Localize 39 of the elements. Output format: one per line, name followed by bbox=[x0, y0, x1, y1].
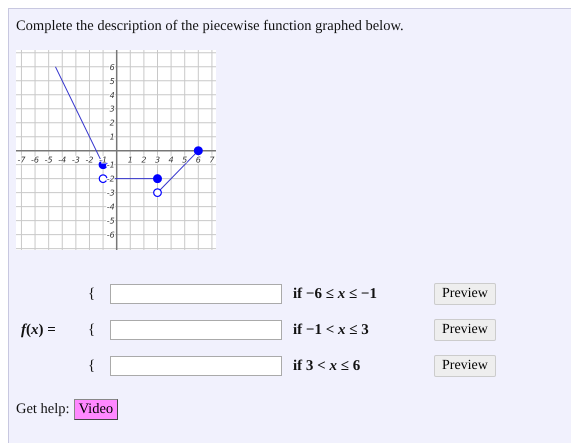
x-tick-label: 1 bbox=[128, 156, 133, 165]
brace-symbol: { bbox=[88, 322, 96, 338]
y-tick-label: -3 bbox=[106, 188, 115, 198]
x-tick-label: -7 bbox=[17, 156, 26, 165]
preview-button[interactable]: Preview bbox=[434, 355, 496, 377]
condition-text: if −1 < x ≤ 3 bbox=[292, 322, 370, 338]
brace-symbol: { bbox=[88, 358, 96, 374]
help-label: Get help: bbox=[16, 401, 70, 418]
x-tick-label: -5 bbox=[44, 156, 53, 165]
y-tick-label: 1 bbox=[110, 132, 115, 142]
y-tick-label: 3 bbox=[110, 104, 115, 114]
function-label: f(x) = bbox=[20, 322, 57, 338]
y-tick-label: 5 bbox=[110, 76, 115, 86]
answer-input[interactable] bbox=[110, 356, 282, 376]
condition-text: if −6 ≤ x ≤ −1 bbox=[292, 286, 378, 302]
x-tick-label: -4 bbox=[58, 156, 66, 165]
x-tick-label: 2 bbox=[141, 156, 146, 165]
x-tick-label: 6 bbox=[196, 156, 201, 165]
x-tick-label: -2 bbox=[85, 156, 94, 165]
x-tick-label: -6 bbox=[31, 156, 40, 165]
condition-text: if 3 < x ≤ 6 bbox=[292, 358, 362, 374]
y-tick-label: -6 bbox=[106, 230, 115, 240]
preview-button[interactable]: Preview bbox=[434, 283, 496, 305]
x-tick-label: -3 bbox=[72, 156, 80, 165]
x-tick-label: 7 bbox=[209, 156, 216, 165]
y-tick-label: 4 bbox=[110, 90, 115, 100]
video-button[interactable]: Video bbox=[74, 399, 118, 420]
x-tick-label: 4 bbox=[168, 156, 174, 165]
x-tick-label: 3 bbox=[154, 156, 160, 165]
x-tick-label: 5 bbox=[182, 156, 188, 165]
y-tick-label: 2 bbox=[110, 118, 115, 128]
y-tick-label: -5 bbox=[106, 216, 115, 226]
question-text: Complete the description of the piecewise function graphed below. bbox=[16, 18, 405, 35]
brace-symbol: { bbox=[88, 286, 96, 302]
y-tick-label: -4 bbox=[106, 202, 115, 212]
preview-button[interactable]: Preview bbox=[434, 319, 496, 341]
y-tick-label: 6 bbox=[110, 62, 115, 72]
answer-input[interactable] bbox=[110, 284, 282, 304]
answer-input[interactable] bbox=[110, 320, 282, 340]
